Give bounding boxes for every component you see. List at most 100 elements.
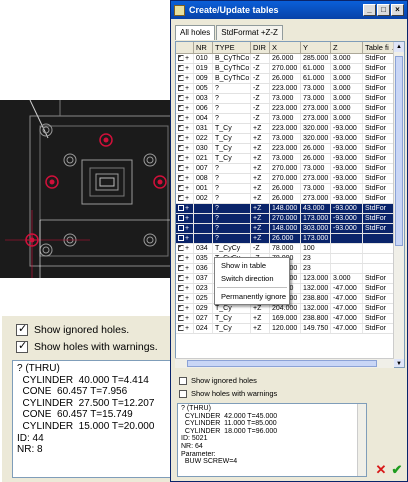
- expand-icon[interactable]: +: [185, 165, 189, 172]
- row-checkbox[interactable]: +: [176, 264, 194, 273]
- row-checkbox[interactable]: +: [176, 224, 194, 233]
- row-checkbox[interactable]: +: [176, 234, 194, 243]
- menu-item-show-in-table[interactable]: Show in table: [215, 259, 289, 272]
- restore-button[interactable]: □: [377, 4, 390, 16]
- table-row[interactable]: +005?-Z223.00073.0003.000StdFor: [176, 84, 404, 94]
- row-checkbox[interactable]: +: [176, 194, 194, 203]
- table-row[interactable]: +? +Z 26.000 173.000: [176, 234, 404, 244]
- row-checkbox[interactable]: +: [176, 274, 194, 283]
- column-header-x[interactable]: X: [270, 42, 301, 53]
- table-row[interactable]: +009B_CyThCo-Z26.00061.0003.000StdFor: [176, 74, 404, 84]
- expand-icon[interactable]: +: [185, 65, 189, 72]
- table-row[interactable]: +001?+Z26.00073.000-93.000StdFor: [176, 184, 404, 194]
- expand-icon[interactable]: +: [185, 245, 189, 252]
- expand-icon[interactable]: +: [185, 305, 189, 312]
- scroll-thumb[interactable]: [187, 360, 377, 367]
- minimize-button[interactable]: _: [363, 4, 376, 16]
- scroll-down-arrow-icon[interactable]: ▼: [394, 359, 404, 367]
- table-row[interactable]: +031T_Cy+Z223.000320.000-93.000StdFor: [176, 124, 404, 134]
- column-header-y[interactable]: Y: [301, 42, 331, 53]
- expand-icon[interactable]: +: [185, 135, 189, 142]
- table-row[interactable]: +030T_Cy+Z223.00026.000-93.000StdFor: [176, 144, 404, 154]
- info-scrollbar[interactable]: [357, 404, 366, 476]
- tab-all-holes[interactable]: All holes: [175, 25, 216, 40]
- column-header-nr[interactable]: NR: [194, 42, 213, 53]
- expand-icon[interactable]: +: [185, 205, 189, 212]
- row-checkbox[interactable]: +: [176, 214, 194, 223]
- column-header-table[interactable]: Table fi ▲: [363, 42, 395, 53]
- expand-icon[interactable]: +: [185, 105, 189, 112]
- row-checkbox[interactable]: +: [176, 94, 194, 103]
- table-row[interactable]: +007?+Z270.00073.000-93.000StdFor: [176, 164, 404, 174]
- expand-icon[interactable]: +: [185, 285, 189, 292]
- row-checkbox[interactable]: +: [176, 304, 194, 313]
- row-checkbox[interactable]: +: [176, 144, 194, 153]
- table-row[interactable]: +006?-Z223.000273.0003.000StdFor: [176, 104, 404, 114]
- table-row[interactable]: +034T_CyCy-Z78.000100: [176, 244, 404, 254]
- table-row[interactable]: +? +Z 148.000 43.000 -93.000 StdFor: [176, 204, 404, 214]
- table-row[interactable]: +? +Z 270.000 173.000 -93.000 StdFor: [176, 214, 404, 224]
- table-row[interactable]: +022T_Cy+Z73.000320.000-93.000StdFor: [176, 134, 404, 144]
- table-row[interactable]: +021T_Cy+Z73.00026.000-93.000StdFor: [176, 154, 404, 164]
- row-checkbox[interactable]: +: [176, 124, 194, 133]
- row-checkbox[interactable]: +: [176, 114, 194, 123]
- row-checkbox[interactable]: +: [176, 314, 194, 323]
- cancel-button[interactable]: ✕: [374, 463, 388, 477]
- ok-button[interactable]: ✔: [390, 463, 404, 477]
- row-checkbox[interactable]: +: [176, 134, 194, 143]
- expand-icon[interactable]: +: [185, 195, 189, 202]
- show-warnings-checkbox[interactable]: Show holes with warnings: [179, 389, 277, 398]
- hole-info-textbox[interactable]: ? (THRU) CYLINDER 42.000 T=45.000 CYLIND…: [177, 403, 367, 477]
- close-button[interactable]: ×: [391, 4, 404, 16]
- show-ignored-checkbox-large[interactable]: Show ignored holes.: [16, 322, 129, 336]
- row-checkbox[interactable]: +: [176, 64, 194, 73]
- table-row[interactable]: +004?-Z73.000273.0003.000StdFor: [176, 114, 404, 124]
- table-row[interactable]: +029T_Cy+Z204.000132.000-47.000StdFor: [176, 304, 404, 314]
- vertical-scrollbar[interactable]: ▲ ▼: [393, 42, 404, 367]
- table-row[interactable]: +019B_CyThCo-Z270.00061.0003.000StdFor: [176, 64, 404, 74]
- expand-icon[interactable]: +: [185, 215, 189, 222]
- table-row[interactable]: +002?+Z26.000273.000-93.000StdFor: [176, 194, 404, 204]
- menu-item-permanently-ignore[interactable]: Permanently ignore: [215, 290, 289, 303]
- expand-icon[interactable]: +: [185, 235, 189, 242]
- table-row[interactable]: +027T_Cy+Z169.000238.800-47.000StdFor: [176, 314, 404, 324]
- expand-icon[interactable]: +: [185, 115, 189, 122]
- row-checkbox[interactable]: +: [176, 74, 194, 83]
- row-checkbox[interactable]: +: [176, 164, 194, 173]
- table-row[interactable]: +036T_CyCy-Z218.00023: [176, 264, 404, 274]
- row-checkbox[interactable]: +: [176, 254, 194, 263]
- expand-icon[interactable]: +: [185, 325, 189, 332]
- expand-icon[interactable]: +: [185, 95, 189, 102]
- scroll-thumb[interactable]: [395, 56, 403, 246]
- menu-item-switch-direction[interactable]: Switch direction: [215, 272, 289, 285]
- table-row[interactable]: +008?+Z270.000273.000-93.000StdFor: [176, 174, 404, 184]
- row-checkbox[interactable]: +: [176, 84, 194, 93]
- row-checkbox[interactable]: +: [176, 204, 194, 213]
- row-checkbox[interactable]: +: [176, 154, 194, 163]
- horizontal-scrollbar[interactable]: [175, 358, 394, 368]
- cad-viewport[interactable]: [0, 100, 178, 278]
- row-checkbox[interactable]: +: [176, 324, 194, 333]
- column-header-dir[interactable]: DIR: [251, 42, 270, 53]
- row-checkbox[interactable]: +: [176, 174, 194, 183]
- table-row[interactable]: +035T_CyCy-Z78.00023: [176, 254, 404, 264]
- expand-icon[interactable]: +: [185, 265, 189, 272]
- expand-icon[interactable]: +: [185, 75, 189, 82]
- expand-icon[interactable]: +: [185, 225, 189, 232]
- row-checkbox[interactable]: +: [176, 54, 194, 63]
- table-row[interactable]: +023T_Cy+Z92.000132.000-47.000StdFor: [176, 284, 404, 294]
- table-row[interactable]: +025T_Cy+Z127.000238.800-47.000StdFor: [176, 294, 404, 304]
- expand-icon[interactable]: +: [185, 275, 189, 282]
- holes-table[interactable]: NR TYPE DIR X Y Z Table fi ▲ +010B_CyThC…: [175, 41, 405, 368]
- table-row[interactable]: +037T_CyCy-Z221.000123.0003.000StdFor: [176, 274, 404, 284]
- expand-icon[interactable]: +: [185, 295, 189, 302]
- column-header-z[interactable]: Z: [331, 42, 363, 53]
- expand-icon[interactable]: +: [185, 125, 189, 132]
- expand-icon[interactable]: +: [185, 255, 189, 262]
- row-checkbox[interactable]: +: [176, 294, 194, 303]
- hole-info-textbox-large[interactable]: ? (THRU) CYLINDER 40.000 T=4.414 CONE 60…: [12, 360, 178, 478]
- expand-icon[interactable]: +: [185, 175, 189, 182]
- show-ignored-checkbox[interactable]: Show ignored holes: [179, 376, 257, 385]
- table-row[interactable]: +024T_Cy+Z120.000149.750-47.000StdFor: [176, 324, 404, 334]
- expand-icon[interactable]: +: [185, 155, 189, 162]
